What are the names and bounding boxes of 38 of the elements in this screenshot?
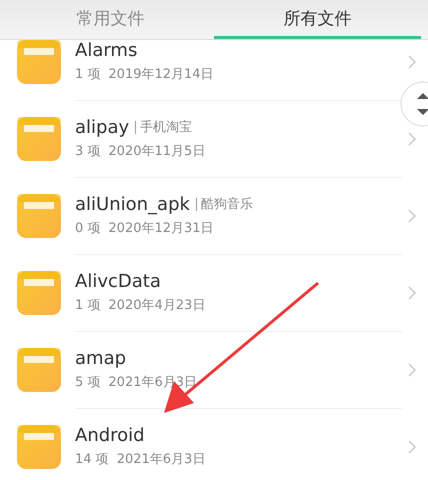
- chevron-right-icon: [408, 362, 416, 376]
- folder-name: Android: [75, 424, 145, 446]
- folder-name: Alarms: [75, 40, 138, 60]
- folder-icon: [17, 424, 61, 468]
- folder-icon: [17, 348, 61, 392]
- item-count: 14 项: [75, 450, 109, 468]
- app-label: 手机淘宝: [135, 120, 192, 134]
- modified-date: 2021年6月3日: [108, 374, 198, 390]
- folder-row[interactable]: Alarms 1 项 2019年12月14日: [0, 40, 428, 100]
- item-count: 5 项: [75, 374, 100, 390]
- chevron-right-icon: [408, 286, 416, 300]
- folder-name: amap: [75, 348, 126, 368]
- folder-icon: [17, 270, 61, 314]
- app-label: 酷狗音乐: [196, 198, 253, 210]
- chevron-right-icon: [408, 440, 416, 454]
- chevron-right-icon: [408, 54, 416, 68]
- item-count: 3 项: [75, 142, 100, 160]
- folder-row[interactable]: AlivcData 1 项 2020年4月23日: [0, 254, 428, 331]
- folder-row[interactable]: Android 14 项 2021年6月3日: [0, 408, 428, 480]
- folder-row[interactable]: aliUnion_apk 酷狗音乐 0 项 2020年12月31日: [0, 177, 428, 254]
- folder-name: AlivcData: [75, 270, 161, 292]
- item-count: 1 项: [75, 66, 100, 82]
- tab[interactable]: 所有文件: [214, 0, 421, 39]
- modified-date: 2020年4月23日: [108, 296, 206, 314]
- scroll-handle[interactable]: [400, 81, 428, 127]
- item-count: 0 项: [75, 220, 100, 236]
- chevron-right-icon: [408, 132, 416, 146]
- modified-date: 2020年12月31日: [108, 220, 214, 236]
- modified-date: 2021年6月3日: [116, 450, 206, 468]
- modified-date: 2020年11月5日: [108, 142, 206, 160]
- folder-name: aliUnion_apk: [75, 194, 190, 214]
- modified-date: 2019年12月14日: [108, 66, 214, 82]
- item-count: 1 项: [75, 296, 100, 314]
- folder-icon: [17, 116, 61, 160]
- folder-name: alipay: [75, 116, 130, 138]
- folder-icon: [17, 40, 61, 84]
- folder-icon: [17, 194, 61, 238]
- chevron-right-icon: [408, 208, 416, 222]
